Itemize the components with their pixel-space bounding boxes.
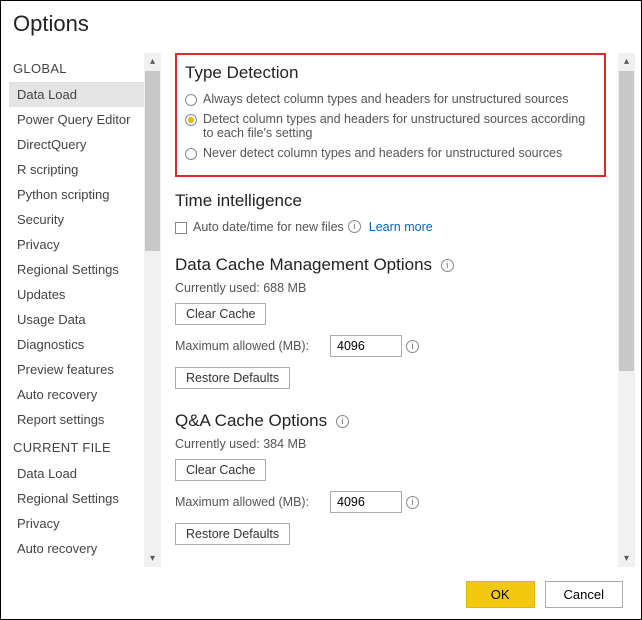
- nav-updates[interactable]: Updates: [9, 282, 144, 307]
- radio-icon: [185, 114, 197, 126]
- qa-cache-max-input[interactable]: [330, 491, 402, 513]
- type-detection-option-never[interactable]: Never detect column types and headers fo…: [185, 143, 596, 163]
- clear-data-cache-button[interactable]: Clear Cache: [175, 303, 266, 325]
- nav-usage-data[interactable]: Usage Data: [9, 307, 144, 332]
- max-allowed-label: Maximum allowed (MB):: [175, 339, 330, 353]
- max-allowed-label: Maximum allowed (MB):: [175, 495, 330, 509]
- qa-cache-used: Currently used: 384 MB: [175, 437, 606, 451]
- sidebar-section-current-file: CURRENT FILE: [9, 432, 144, 461]
- info-icon[interactable]: i: [348, 220, 361, 233]
- qa-cache-title: Q&A Cache Options i: [175, 411, 606, 431]
- auto-date-time-checkbox[interactable]: [175, 222, 187, 234]
- data-cache-title: Data Cache Management Options i: [175, 255, 606, 275]
- data-cache-max-input[interactable]: [330, 335, 402, 357]
- time-intelligence-title: Time intelligence: [175, 191, 606, 211]
- sidebar-scrollbar[interactable]: ▴ ▾: [144, 53, 161, 567]
- type-detection-title: Type Detection: [185, 63, 596, 83]
- nav-data-load[interactable]: Data Load: [9, 82, 144, 107]
- nav-auto-recovery[interactable]: Auto recovery: [9, 382, 144, 407]
- checkbox-label: Auto date/time for new files: [193, 220, 344, 234]
- nav-directquery[interactable]: DirectQuery: [9, 132, 144, 157]
- learn-more-link[interactable]: Learn more: [369, 220, 433, 234]
- sidebar-section-global: GLOBAL: [9, 53, 144, 82]
- nav-regional-settings[interactable]: Regional Settings: [9, 257, 144, 282]
- scrollbar-thumb[interactable]: [145, 71, 160, 251]
- nav-privacy[interactable]: Privacy: [9, 232, 144, 257]
- type-detection-option-always[interactable]: Always detect column types and headers f…: [185, 89, 596, 109]
- nav-cf-auto-recovery[interactable]: Auto recovery: [9, 536, 144, 561]
- nav-cf-data-load[interactable]: Data Load: [9, 461, 144, 486]
- chevron-up-icon[interactable]: ▴: [618, 53, 635, 70]
- info-icon[interactable]: i: [406, 496, 419, 509]
- nav-preview-features[interactable]: Preview features: [9, 357, 144, 382]
- type-detection-option-per-file[interactable]: Detect column types and headers for unst…: [185, 109, 596, 143]
- nav-cf-regional-settings[interactable]: Regional Settings: [9, 486, 144, 511]
- main-panel: Type Detection Always detect column type…: [161, 39, 614, 571]
- nav-python-scripting[interactable]: Python scripting: [9, 182, 144, 207]
- radio-label: Detect column types and headers for unst…: [203, 112, 596, 140]
- info-icon[interactable]: i: [441, 259, 454, 272]
- restore-data-cache-button[interactable]: Restore Defaults: [175, 367, 290, 389]
- restore-qa-cache-button[interactable]: Restore Defaults: [175, 523, 290, 545]
- nav-r-scripting[interactable]: R scripting: [9, 157, 144, 182]
- radio-icon: [185, 148, 197, 160]
- chevron-down-icon[interactable]: ▾: [618, 550, 635, 567]
- chevron-down-icon[interactable]: ▾: [144, 550, 161, 567]
- main-scrollbar[interactable]: ▴ ▾: [618, 53, 635, 567]
- info-icon[interactable]: i: [406, 340, 419, 353]
- title-text: Data Cache Management Options: [175, 255, 432, 274]
- dialog-footer: OK Cancel: [1, 571, 641, 620]
- nav-cf-privacy[interactable]: Privacy: [9, 511, 144, 536]
- radio-label: Always detect column types and headers f…: [203, 92, 568, 106]
- sidebar: GLOBAL Data Load Power Query Editor Dire…: [9, 39, 144, 571]
- data-cache-used: Currently used: 688 MB: [175, 281, 606, 295]
- chevron-up-icon[interactable]: ▴: [144, 53, 161, 70]
- ok-button[interactable]: OK: [466, 581, 535, 608]
- nav-report-settings[interactable]: Report settings: [9, 407, 144, 432]
- nav-security[interactable]: Security: [9, 207, 144, 232]
- clear-qa-cache-button[interactable]: Clear Cache: [175, 459, 266, 481]
- nav-diagnostics[interactable]: Diagnostics: [9, 332, 144, 357]
- title-text: Q&A Cache Options: [175, 411, 327, 430]
- radio-label: Never detect column types and headers fo…: [203, 146, 562, 160]
- type-detection-highlight: Type Detection Always detect column type…: [175, 53, 606, 177]
- info-icon[interactable]: i: [336, 415, 349, 428]
- nav-power-query-editor[interactable]: Power Query Editor: [9, 107, 144, 132]
- dialog-title: Options: [1, 1, 641, 39]
- radio-icon: [185, 94, 197, 106]
- scrollbar-thumb[interactable]: [619, 71, 634, 371]
- cancel-button[interactable]: Cancel: [545, 581, 623, 608]
